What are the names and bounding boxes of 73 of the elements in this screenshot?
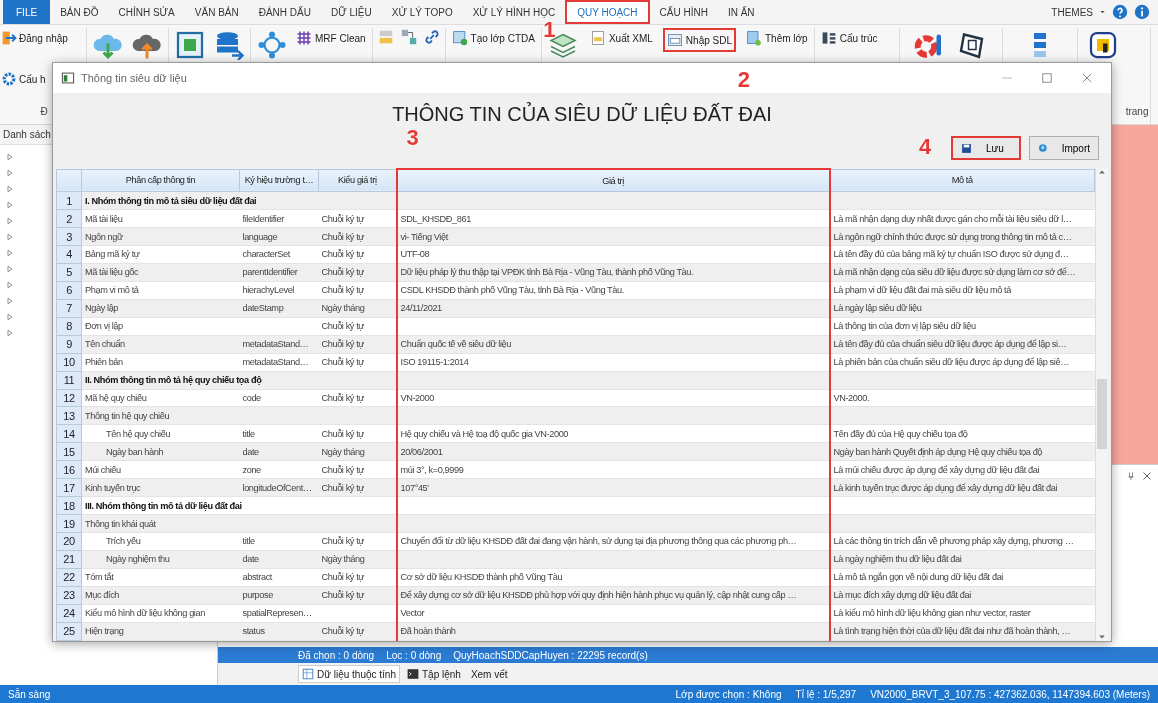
ribbon-button[interactable]: Đăng nhập [1, 28, 68, 48]
selection-info: Lọc : 0 dòng [386, 649, 442, 661]
menu-tab[interactable]: XỬ LÝ TOPO [381, 0, 463, 24]
menu-tab[interactable]: VĂN BẢN [184, 0, 249, 24]
callout-number: 2 [737, 69, 751, 91]
close-icon[interactable] [1081, 72, 1093, 84]
menu-tab[interactable]: CHỈNH SỬA [108, 0, 185, 24]
column-header[interactable]: Phân cấp thông tin [81, 169, 240, 192]
structure-icon [820, 30, 837, 46]
callout-number: 3 [406, 127, 419, 149]
database-icon[interactable] [214, 30, 244, 60]
scrollbar-thumb[interactable] [1097, 378, 1107, 449]
ribbon-button[interactable]: MRF Clean [294, 28, 368, 48]
window-icon [666, 32, 683, 48]
column-header[interactable]: Ký hiệu trường t… [239, 169, 319, 192]
ribbon-button[interactable]: Tạo lớp CTDA [449, 28, 537, 48]
window-icon [61, 71, 75, 85]
menu-tab[interactable]: IN ẤN [717, 0, 765, 24]
menu-tab[interactable]: DỮ LIỆU [320, 0, 382, 24]
scroll-up-icon[interactable] [1098, 168, 1106, 176]
group-label: Đ [40, 106, 48, 117]
table-icon [302, 668, 314, 680]
map-document-icon[interactable] [175, 30, 205, 60]
menu-tab[interactable]: BẢN ĐỒ [50, 0, 109, 24]
network-icon[interactable] [257, 30, 287, 60]
scroll-down-icon[interactable] [1098, 633, 1106, 641]
import-button[interactable]: Import [1029, 136, 1099, 160]
status-text: VN2000_BRVT_3_107.75 : 427362.036, 1147394.603 (Meters) [870, 688, 1150, 700]
ribbon-button[interactable]: Thêm lớp [744, 28, 810, 48]
menu-tab[interactable]: QUY HOẠCH [565, 0, 650, 24]
menu-tab[interactable]: FILE [3, 0, 51, 24]
menu-tab[interactable]: ĐÁNH DẤU [248, 0, 321, 24]
maximize-icon[interactable] [1041, 72, 1053, 84]
link-icon[interactable] [422, 28, 441, 46]
terminal-icon [406, 668, 419, 680]
help-icon[interactable] [1112, 4, 1128, 20]
layer-icon [746, 30, 762, 46]
import-icon [1038, 142, 1048, 154]
ribbon-button[interactable]: Cấu h [1, 69, 68, 89]
column-header[interactable]: Kiểu giá trị [318, 169, 397, 192]
group-label: trang [1125, 106, 1149, 117]
callout-number: 4 [919, 136, 932, 158]
column-header[interactable]: Giá trị [396, 169, 830, 192]
scrollbar[interactable] [1095, 168, 1108, 641]
pin-icon[interactable] [1126, 471, 1136, 481]
status-text: Tỉ lệ : 1/5,297 [795, 688, 857, 700]
column-header[interactable]: Mô tả [829, 169, 1095, 192]
document-icon [589, 30, 606, 46]
selection-info: Đã chọn : 0 dòng [298, 649, 375, 661]
login-icon [1, 30, 17, 46]
panel-title: Danh sách [3, 129, 51, 140]
dialog-heading: THÔNG TIN CỦA SIÊU DỮ LIỆU ĐẤT ĐAI [392, 103, 772, 125]
app-icon[interactable] [1088, 30, 1119, 60]
status-text: Sẵn sàng [8, 688, 51, 700]
status-text: Lớp được chọn : Không [675, 688, 782, 700]
corner-cell [56, 169, 82, 192]
info-icon[interactable] [1134, 4, 1150, 20]
ribbon-button[interactable]: Cấu trúc [818, 28, 880, 48]
grid-icon [296, 30, 312, 46]
menu-tab[interactable]: CẤU HÌNH [649, 0, 718, 24]
save-button[interactable]: Lưu [951, 136, 1021, 160]
panel-tab[interactable]: Dữ liệu thuộc tính [298, 665, 400, 683]
ribbon-button[interactable]: Xuất XML [587, 28, 655, 48]
selection-info: QuyHoachSDDCapHuyen : 22295 record(s) [453, 649, 648, 661]
themes-menu[interactable]: THEMES [1051, 6, 1093, 18]
panel-tab[interactable]: Xem vết [467, 666, 511, 682]
caret-icon[interactable] [1099, 8, 1106, 16]
callout-number: 1 [543, 19, 556, 41]
table-icon [451, 30, 468, 46]
window-title: Thông tin siêu dữ liệu [81, 72, 187, 84]
close-icon[interactable] [1142, 471, 1152, 481]
panel-tab[interactable]: Tập lệnh [403, 666, 464, 682]
ribbon-button[interactable]: Nhập SDL [662, 28, 736, 52]
